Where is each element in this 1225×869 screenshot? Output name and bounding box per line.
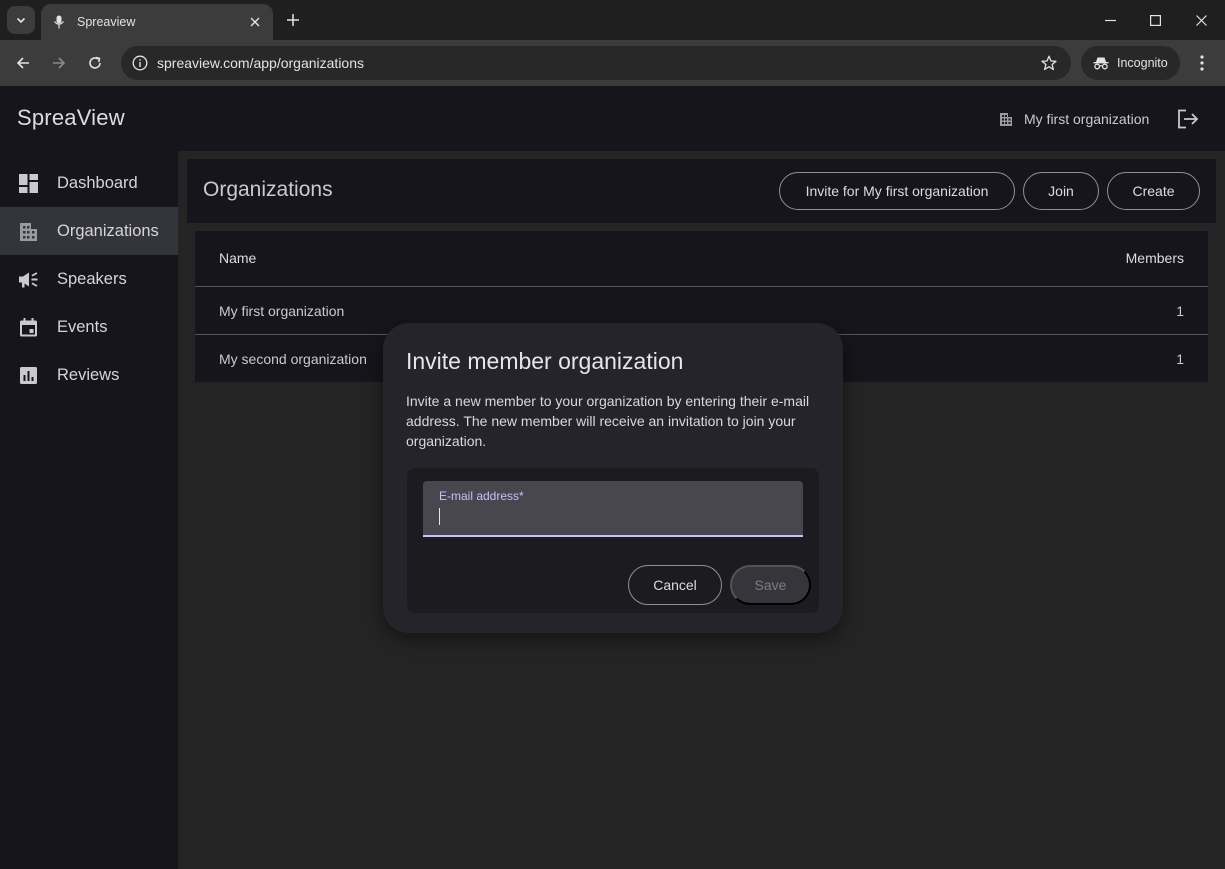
page-header: Organizations Invite for My first organi… <box>187 159 1216 223</box>
sidebar-item-organizations[interactable]: Organizations <box>0 207 178 255</box>
maximize-icon[interactable] <box>1132 0 1178 40</box>
dashboard-icon <box>19 173 38 193</box>
current-organization-name: My first organization <box>1024 111 1150 127</box>
url-text: spreaview.com/app/organizations <box>157 55 365 71</box>
organization-switcher[interactable]: My first organization <box>998 108 1149 130</box>
close-tab-icon[interactable] <box>247 14 263 30</box>
sidebar-nav: Dashboard Organizations Speakers Events … <box>0 151 178 869</box>
sidebar-item-label: Dashboard <box>57 173 138 192</box>
dialog-description: Invite a new member to your organization… <box>406 393 810 449</box>
members-count-cell: 1 <box>1176 351 1184 367</box>
organization-name-cell: My second organization <box>219 351 367 367</box>
sidebar-item-label: Organizations <box>57 221 159 240</box>
reload-icon[interactable] <box>81 49 109 77</box>
incognito-indicator[interactable]: Incognito <box>1081 46 1180 80</box>
browser-tab[interactable]: Spreaview <box>41 4 273 40</box>
app-header: SpreaView My first organization <box>0 86 1225 151</box>
sidebar-item-speakers[interactable]: Speakers <box>0 255 178 303</box>
tab-title: Spreaview <box>77 15 136 29</box>
apartment-icon <box>1000 113 1012 126</box>
sidebar-item-label: Speakers <box>57 269 127 288</box>
organization-name-cell: My first organization <box>219 303 345 319</box>
members-count-cell: 1 <box>1176 303 1184 319</box>
close-window-icon[interactable] <box>1178 0 1224 40</box>
join-organization-button[interactable]: Join <box>1023 172 1099 210</box>
bookmark-star-icon[interactable] <box>1035 49 1063 77</box>
sidebar-item-events[interactable]: Events <box>0 303 178 351</box>
browser-tabbar: Spreaview <box>0 0 1225 40</box>
header-divider <box>195 286 1208 287</box>
email-field[interactable]: E-mail address* <box>423 481 803 537</box>
site-info-icon[interactable] <box>131 54 149 72</box>
brand-logo-text[interactable]: SpreaView <box>17 105 125 131</box>
create-organization-button[interactable]: Create <box>1107 172 1200 210</box>
page-title: Organizations <box>203 178 333 201</box>
tab-search-button[interactable] <box>7 6 35 34</box>
incognito-icon <box>1093 57 1109 70</box>
email-field-label: E-mail address* <box>439 489 524 503</box>
email-input[interactable] <box>439 505 789 527</box>
chevron-down-icon <box>16 17 26 24</box>
microphone-icon <box>51 14 67 30</box>
logout-icon[interactable] <box>1176 107 1200 131</box>
browser-toolbar: spreaview.com/app/organizations Incognit… <box>0 40 1225 86</box>
browser-menu-icon[interactable] <box>1190 51 1214 75</box>
text-cursor <box>439 508 440 525</box>
address-bar[interactable]: spreaview.com/app/organizations <box>121 46 1071 80</box>
campaign-icon <box>19 271 38 287</box>
cancel-button[interactable]: Cancel <box>628 565 722 605</box>
invite-organization-button[interactable]: Invite for My first organization <box>779 172 1015 210</box>
minimize-icon[interactable] <box>1087 0 1133 40</box>
analytics-icon <box>20 366 37 384</box>
sidebar-item-reviews[interactable]: Reviews <box>0 351 178 399</box>
apartment-icon <box>20 222 37 241</box>
sidebar-item-dashboard[interactable]: Dashboard <box>0 159 178 207</box>
save-button[interactable]: Save <box>730 565 811 605</box>
event-icon <box>20 317 37 336</box>
new-tab-icon[interactable] <box>282 9 304 31</box>
column-header-members[interactable]: Members <box>1126 231 1184 286</box>
forward-arrow-icon[interactable] <box>45 49 73 77</box>
dialog-form: E-mail address* Cancel Save <box>407 468 819 613</box>
column-header-name[interactable]: Name <box>219 231 256 286</box>
sidebar-item-label: Events <box>57 317 108 336</box>
dialog-title: Invite member organization <box>406 348 684 374</box>
incognito-label: Incognito <box>1117 56 1168 70</box>
invite-member-dialog: Invite member organization Invite a new … <box>383 323 843 633</box>
back-arrow-icon[interactable] <box>9 49 37 77</box>
sidebar-item-label: Reviews <box>57 365 120 384</box>
